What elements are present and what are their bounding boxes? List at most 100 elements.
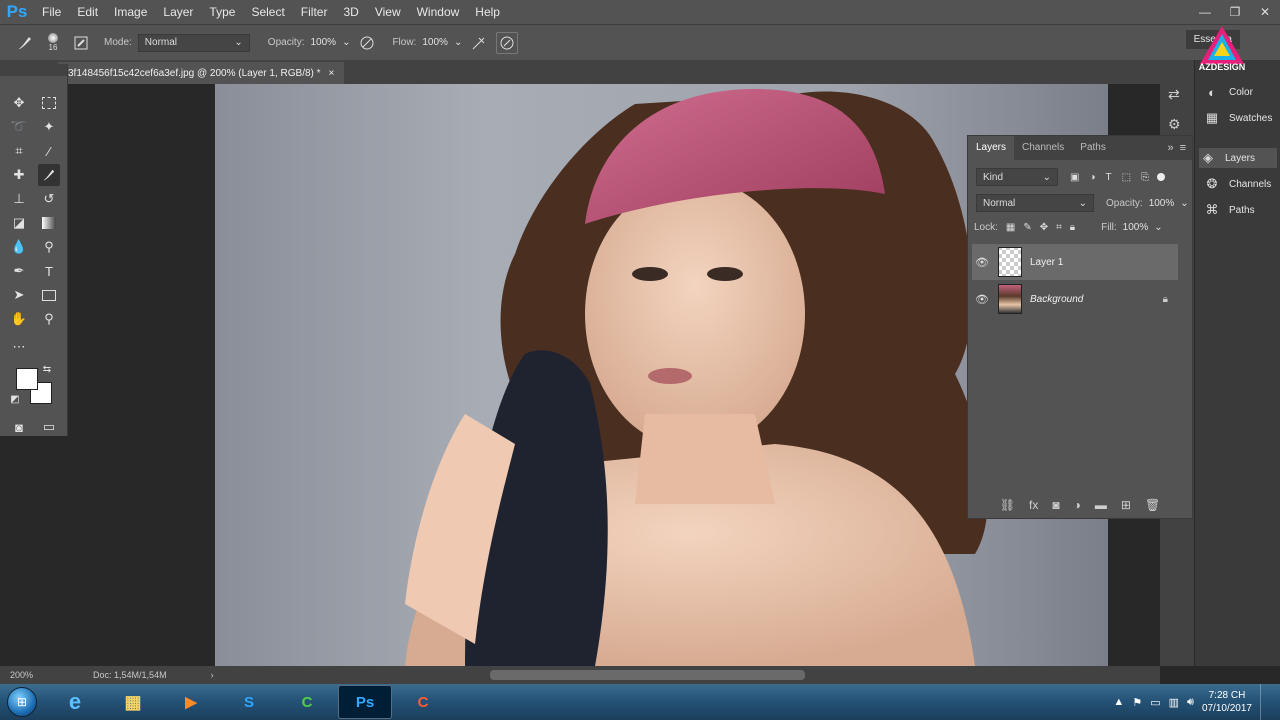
restore-button[interactable]: ❐ bbox=[1220, 0, 1250, 24]
menu-image[interactable]: Image bbox=[106, 0, 155, 24]
layer-opacity-value[interactable]: 100% bbox=[1149, 198, 1175, 209]
show-desktop-button[interactable] bbox=[1260, 684, 1272, 720]
shape-filter-icon[interactable]: ⬚ bbox=[1122, 172, 1131, 183]
mode-dropdown[interactable]: Normal ⌄ bbox=[137, 33, 250, 52]
layers-panel-button[interactable]: ◈ Layers bbox=[1199, 148, 1277, 168]
camtasia-recorder-icon[interactable]: C bbox=[396, 685, 450, 719]
swatches-panel-button[interactable]: ▦ Swatches bbox=[1203, 110, 1273, 126]
adjustment-layer-icon[interactable]: ◑ bbox=[1074, 498, 1081, 512]
path-selection-tool-icon[interactable]: ➤ bbox=[8, 284, 30, 306]
photoshop-taskbar-icon[interactable]: Ps bbox=[338, 685, 392, 719]
layer-name[interactable]: Layer 1 bbox=[1030, 257, 1063, 268]
camtasia-icon[interactable]: C bbox=[280, 685, 334, 719]
eyedropper-tool-icon[interactable]: ⁄ bbox=[38, 140, 60, 162]
power-icon[interactable]: ▭ bbox=[1150, 696, 1160, 709]
delete-layer-icon[interactable]: 🗑︎ bbox=[1145, 498, 1160, 512]
lock-image-icon[interactable]: ✎ bbox=[1023, 222, 1031, 233]
brush-size-picker[interactable]: 16 bbox=[42, 32, 64, 54]
marquee-tool-icon[interactable] bbox=[38, 92, 60, 114]
lasso-tool-icon[interactable]: ➰ bbox=[8, 116, 30, 138]
layer-row-layer-1[interactable]: 👁︎ Layer 1 bbox=[972, 244, 1178, 280]
chevron-down-icon[interactable]: ⌄ bbox=[342, 37, 350, 48]
chevron-down-icon[interactable]: ⌄ bbox=[1180, 198, 1188, 209]
system-clock[interactable]: 7:28 CH 07/10/2017 bbox=[1202, 689, 1252, 715]
opacity-value[interactable]: 100% bbox=[310, 37, 336, 48]
history-brush-tool-icon[interactable]: ↺ bbox=[38, 188, 60, 210]
tab-layers[interactable]: Layers bbox=[968, 136, 1015, 160]
eraser-tool-icon[interactable]: ◪ bbox=[8, 212, 30, 234]
new-layer-icon[interactable]: ⊞ bbox=[1121, 498, 1131, 512]
pressure-opacity-icon[interactable] bbox=[356, 32, 378, 54]
visibility-eye-icon[interactable]: 👁︎ bbox=[972, 293, 992, 306]
zoom-tool-icon[interactable]: ⚲ bbox=[38, 308, 60, 330]
new-group-icon[interactable]: ▬ bbox=[1095, 498, 1107, 512]
tab-paths[interactable]: Paths bbox=[1072, 136, 1114, 160]
rectangle-tool-icon[interactable] bbox=[38, 284, 60, 306]
healing-brush-tool-icon[interactable]: ✚ bbox=[8, 164, 30, 186]
status-menu-arrow[interactable]: › bbox=[211, 670, 214, 680]
airbrush-icon[interactable] bbox=[468, 32, 490, 54]
blur-tool-icon[interactable]: 💧 bbox=[8, 236, 30, 258]
lock-artboard-icon[interactable]: ⌗ bbox=[1056, 222, 1062, 233]
close-button[interactable]: ✕ bbox=[1250, 0, 1280, 24]
more-tools-icon[interactable]: ⋯ bbox=[8, 336, 30, 358]
swap-colors-icon[interactable]: ⇆ bbox=[40, 362, 54, 376]
show-hidden-icons-icon[interactable]: ▲ bbox=[1113, 696, 1124, 708]
type-tool-icon[interactable]: T bbox=[38, 260, 60, 282]
chevron-down-icon[interactable]: ⌄ bbox=[1154, 222, 1162, 233]
type-filter-icon[interactable]: T bbox=[1106, 172, 1112, 183]
gradient-tool-icon[interactable] bbox=[38, 212, 60, 234]
menu-3d[interactable]: 3D bbox=[335, 0, 366, 24]
visibility-eye-icon[interactable]: 👁︎ bbox=[972, 256, 992, 269]
blend-mode-dropdown[interactable]: Normal ⌄ bbox=[976, 194, 1094, 212]
start-button[interactable]: ⊞ bbox=[0, 684, 44, 720]
lock-all-icon[interactable]: 🔒︎ bbox=[1070, 222, 1075, 233]
layer-name[interactable]: Background bbox=[1030, 294, 1083, 305]
brush-tool-icon[interactable] bbox=[38, 164, 60, 186]
move-tool-icon[interactable]: ✥ bbox=[8, 92, 30, 114]
adjustment-filter-icon[interactable]: ◑ bbox=[1089, 172, 1095, 183]
horizontal-scrollbar[interactable] bbox=[490, 670, 805, 680]
layer-style-icon[interactable]: fx bbox=[1029, 498, 1038, 512]
file-explorer-icon[interactable]: ▦ bbox=[106, 685, 160, 719]
foreground-color-swatch[interactable] bbox=[16, 368, 38, 390]
filter-toggle-icon[interactable] bbox=[1157, 173, 1166, 181]
hand-tool-icon[interactable]: ✋ bbox=[8, 308, 30, 330]
tab-channels[interactable]: Channels bbox=[1014, 136, 1072, 160]
properties-icon[interactable]: ⚙ bbox=[1168, 116, 1181, 133]
menu-file[interactable]: File bbox=[34, 0, 69, 24]
menu-edit[interactable]: Edit bbox=[69, 0, 106, 24]
menu-select[interactable]: Select bbox=[243, 0, 292, 24]
volume-icon[interactable]: 🔊︎ bbox=[1187, 696, 1194, 709]
smart-object-filter-icon[interactable]: ⎘ bbox=[1141, 172, 1149, 183]
lock-position-icon[interactable]: ✥ bbox=[1040, 222, 1048, 233]
magic-wand-tool-icon[interactable]: ✦ bbox=[38, 116, 60, 138]
clone-stamp-tool-icon[interactable]: ⊥ bbox=[8, 188, 30, 210]
chevron-down-icon[interactable]: ⌄ bbox=[454, 37, 462, 48]
close-tab-icon[interactable]: × bbox=[329, 68, 335, 79]
pixel-filter-icon[interactable]: ▣ bbox=[1070, 172, 1079, 183]
color-panel-button[interactable]: ◐ Color bbox=[1203, 84, 1253, 100]
menu-help[interactable]: Help bbox=[467, 0, 508, 24]
zoom-level[interactable]: 200% bbox=[10, 670, 33, 680]
pressure-size-icon[interactable] bbox=[496, 31, 519, 54]
brush-panel-icon[interactable] bbox=[70, 32, 92, 54]
menu-filter[interactable]: Filter bbox=[293, 0, 336, 24]
lock-transparent-icon[interactable]: ▦ bbox=[1006, 222, 1015, 233]
minimize-button[interactable]: — bbox=[1190, 0, 1220, 24]
layer-row-background[interactable]: 👁︎ Background 🔒︎ bbox=[972, 281, 1178, 317]
paths-panel-button[interactable]: ⌘ Paths bbox=[1203, 202, 1255, 218]
dodge-tool-icon[interactable]: ⚲ bbox=[38, 236, 60, 258]
brush-tool-preset-icon[interactable] bbox=[14, 32, 36, 54]
screen-mode-icon[interactable]: ▭ bbox=[38, 416, 60, 438]
link-layers-icon[interactable]: ⛓ bbox=[1000, 498, 1015, 512]
fill-value[interactable]: 100% bbox=[1123, 222, 1149, 233]
menu-window[interactable]: Window bbox=[409, 0, 468, 24]
skype-icon[interactable]: S bbox=[222, 685, 276, 719]
menu-layer[interactable]: Layer bbox=[155, 0, 201, 24]
document-tab[interactable]: 3f148456f15c42cef6a3ef.jpg @ 200% (Layer… bbox=[58, 62, 345, 84]
filter-kind-dropdown[interactable]: Kind ⌄ bbox=[976, 168, 1058, 186]
quick-mask-icon[interactable]: ◙ bbox=[8, 416, 30, 438]
media-player-icon[interactable]: ▶ bbox=[164, 685, 218, 719]
internet-explorer-icon[interactable]: e bbox=[48, 685, 102, 719]
